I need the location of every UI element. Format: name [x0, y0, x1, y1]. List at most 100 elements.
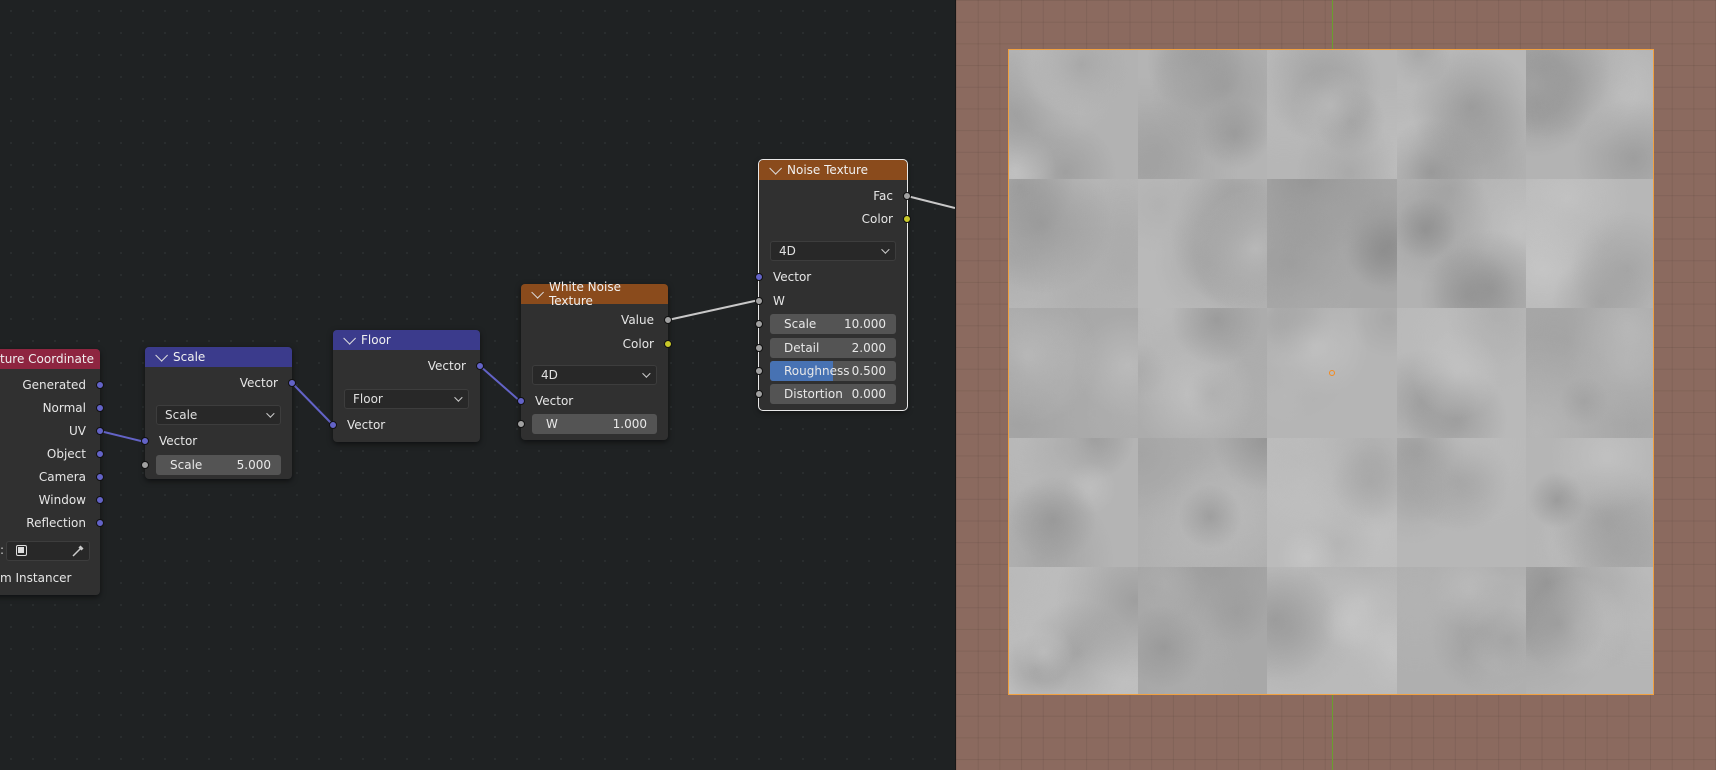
socket-distortion-in[interactable]	[755, 390, 763, 398]
link-floor-to-whitenoise	[479, 365, 522, 403]
socket-label: Fac	[873, 189, 893, 203]
vector-math-floor-node[interactable]: Floor Vector Floor Vector	[329, 330, 484, 442]
noise-tile	[1138, 437, 1268, 567]
field-label: Scale	[170, 458, 203, 472]
chevron-down-icon	[266, 409, 275, 418]
output-reflection: Reflection	[0, 513, 104, 533]
node-title: Scale	[173, 350, 206, 364]
dimensions-value: 4D	[541, 368, 558, 382]
noise-tile	[1396, 566, 1526, 694]
noise-tile	[1396, 50, 1526, 180]
scale-field[interactable]: Scale 10.000	[770, 314, 896, 334]
collapse-chevron-icon[interactable]	[343, 331, 356, 345]
eyedropper-icon[interactable]	[71, 544, 85, 558]
socket-color-out[interactable]	[903, 215, 911, 223]
socket-fac-out[interactable]	[903, 192, 911, 200]
output-generated: Generated	[0, 375, 104, 395]
object-origin-icon	[1329, 370, 1335, 376]
socket-vector-in[interactable]	[329, 421, 337, 429]
socket-label: Vector	[347, 418, 386, 432]
noise-tile	[1267, 50, 1397, 180]
field-label: Roughness	[784, 364, 850, 378]
collapse-chevron-icon[interactable]	[155, 348, 168, 362]
socket-scale-in[interactable]	[141, 461, 149, 469]
operation-select[interactable]: Scale	[156, 405, 281, 425]
field-value: 10.000	[844, 317, 886, 331]
socket-color-out[interactable]	[664, 340, 672, 348]
link-uv-to-scale	[99, 430, 146, 443]
output-vector: Vector	[145, 373, 296, 393]
socket-vector-in[interactable]	[517, 397, 525, 405]
object-prefix: :	[0, 543, 5, 557]
noise-tile	[1525, 50, 1653, 180]
object-cube-icon	[16, 545, 27, 556]
3d-viewport[interactable]	[955, 0, 1716, 770]
collapse-chevron-icon[interactable]	[769, 161, 782, 175]
node-editor[interactable]: ture Coordinate Generated Normal UV Obje…	[0, 0, 955, 770]
socket-label: Window	[38, 493, 86, 507]
socket-label: Color	[622, 337, 654, 351]
socket-w-in[interactable]	[517, 420, 525, 428]
w-field[interactable]: W 1.000	[532, 414, 657, 434]
input-vector: Vector	[329, 415, 480, 435]
from-instancer-label: m Instancer	[0, 571, 72, 585]
vector-math-scale-node[interactable]: Scale Vector Scale Vector Scale 5.000	[141, 347, 296, 479]
output-color: Color	[759, 209, 911, 229]
white-noise-header[interactable]: White Noise Texture	[521, 280, 668, 308]
floor-node-header[interactable]: Floor	[333, 330, 480, 350]
socket-camera[interactable]	[96, 473, 104, 481]
roughness-slider[interactable]: Roughness 0.500	[770, 361, 896, 381]
distortion-field[interactable]: Distortion 0.000	[770, 384, 896, 404]
socket-vector-in[interactable]	[755, 273, 763, 281]
node-title: Noise Texture	[787, 163, 869, 177]
socket-uv[interactable]	[96, 427, 104, 435]
noise-tile	[1267, 566, 1397, 694]
detail-field[interactable]: Detail 2.000	[770, 338, 896, 358]
input-vector: Vector	[755, 267, 907, 287]
socket-value-out[interactable]	[664, 316, 672, 324]
socket-label: UV	[69, 424, 86, 438]
collapse-chevron-icon[interactable]	[531, 285, 544, 299]
object-field[interactable]	[6, 541, 90, 561]
noise-tile	[1525, 437, 1653, 567]
socket-object[interactable]	[96, 450, 104, 458]
scale-node-header[interactable]: Scale	[145, 347, 292, 367]
noise-tile	[1525, 308, 1653, 438]
noise-texture-node[interactable]: Noise Texture Fac Color 4D Vector W Scal…	[755, 159, 911, 411]
socket-label: Vector	[427, 359, 466, 373]
texture-coordinate-node[interactable]: ture Coordinate Generated Normal UV Obje…	[0, 349, 104, 595]
output-window: Window	[0, 490, 104, 510]
socket-vector-out[interactable]	[288, 379, 296, 387]
socket-label: Vector	[773, 270, 812, 284]
output-object: Object	[0, 444, 104, 464]
socket-scale-in[interactable]	[755, 320, 763, 328]
output-uv: UV	[0, 421, 104, 441]
field-value: 1.000	[612, 417, 647, 431]
socket-normal[interactable]	[96, 404, 104, 412]
socket-label: Generated	[22, 378, 86, 392]
noise-texture-header[interactable]: Noise Texture	[759, 160, 907, 180]
noise-tile	[1267, 179, 1397, 309]
socket-vector-out[interactable]	[476, 362, 484, 370]
socket-generated[interactable]	[96, 381, 104, 389]
noise-tile	[1138, 50, 1268, 180]
field-label: W	[546, 417, 558, 431]
link-scale-to-floor	[291, 382, 334, 426]
socket-reflection[interactable]	[96, 519, 104, 527]
socket-label: W	[773, 294, 785, 308]
dimensions-select[interactable]: 4D	[532, 365, 657, 385]
operation-select[interactable]: Floor	[344, 389, 469, 409]
socket-detail-in[interactable]	[755, 344, 763, 352]
socket-vector-in[interactable]	[141, 437, 149, 445]
scale-field[interactable]: Scale 5.000	[156, 455, 281, 475]
socket-roughness-in[interactable]	[755, 367, 763, 375]
socket-w-in[interactable]	[755, 297, 763, 305]
node-title: White Noise Texture	[548, 280, 621, 308]
node-title: ture Coordinate	[0, 352, 94, 366]
socket-window[interactable]	[96, 496, 104, 504]
socket-label: Normal	[42, 401, 86, 415]
dimensions-select[interactable]: 4D	[770, 241, 896, 261]
texture-coordinate-header[interactable]: ture Coordinate	[0, 349, 100, 369]
operation-value: Floor	[353, 392, 383, 406]
white-noise-texture-node[interactable]: White Noise Texture Value Color 4D Vecto…	[517, 280, 672, 440]
